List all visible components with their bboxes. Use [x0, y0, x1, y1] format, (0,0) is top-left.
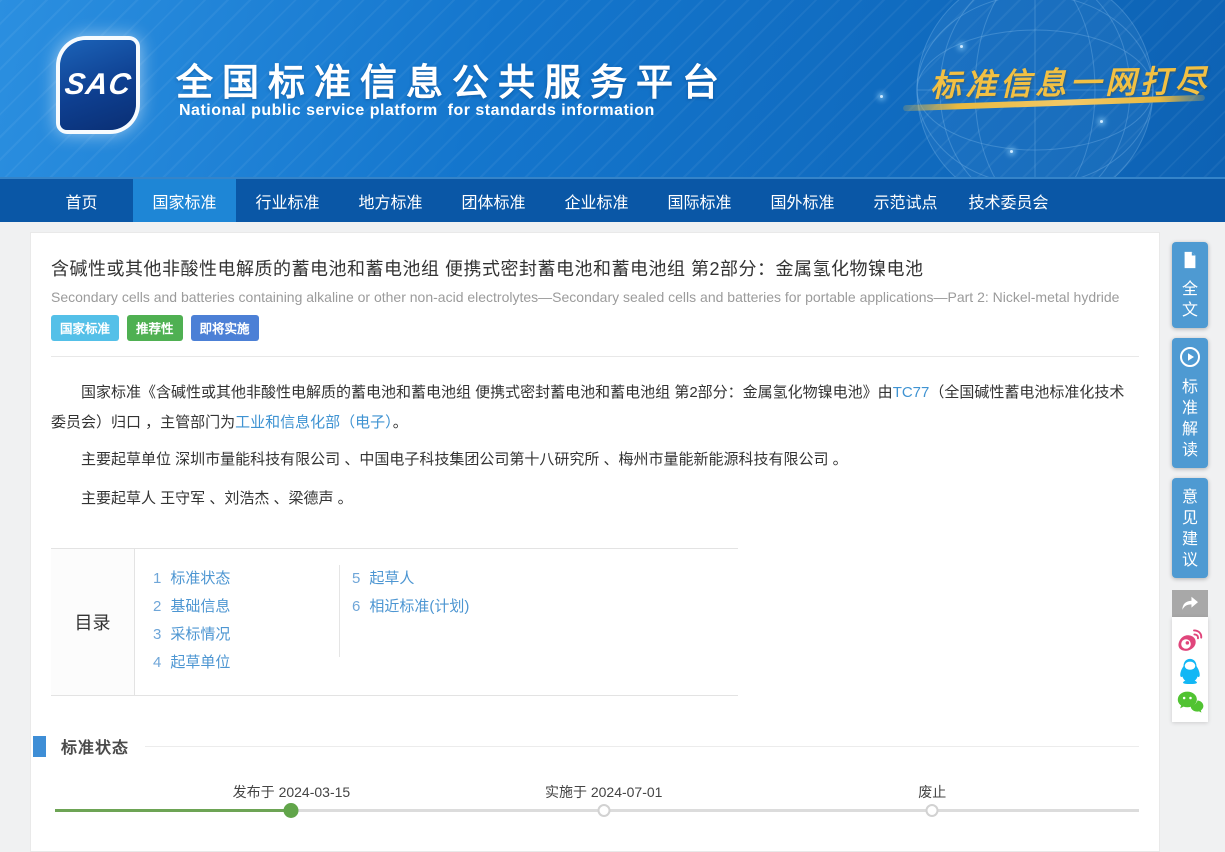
sidebar-button-interpretation[interactable]: 标准解读 [1172, 338, 1208, 468]
site-subtitle-en: National public service platform for sta… [179, 102, 655, 120]
nav-item-企业标准[interactable]: 企业标准 [545, 179, 648, 222]
status-tag: 国家标准 [51, 315, 119, 341]
paragraph-text: 主要起草单位 深圳市量能科技有限公司 、中国电子科技集团公司第十八研究所 、梅州… [81, 451, 848, 468]
main-nav: 首页国家标准行业标准地方标准团体标准企业标准国际标准国外标准示范试点技术委员会 [0, 177, 1225, 222]
inline-link[interactable]: 工业和信息化部（电子） [235, 414, 393, 431]
section-rule [145, 746, 1139, 747]
toc-column-1: 1 标准状态 2 基础信息 3 采标情况 4 起草单位 [153, 565, 339, 679]
sac-logo[interactable]: SAC [60, 40, 136, 130]
nav-item-地方标准[interactable]: 地方标准 [339, 179, 442, 222]
drafters-paragraph: 主要起草人 王守军 、刘浩杰 、梁德声 。 [51, 484, 1139, 514]
standard-title-en: Secondary cells and batteries containing… [51, 289, 1139, 305]
toc-item-number: 5 [352, 570, 360, 587]
sidebar-button-label: 标 [1182, 377, 1198, 398]
toc-item[interactable]: 6 相近标准(计划) [352, 593, 469, 621]
share-icon [1181, 596, 1199, 612]
nav-item-行业标准[interactable]: 行业标准 [236, 179, 339, 222]
toc-item-number: 2 [153, 598, 161, 615]
sidebar-button-fulltext[interactable]: 全文 [1172, 242, 1208, 328]
toc-item-number: 4 [153, 654, 161, 671]
authority-paragraph: 国家标准《含碱性或其他非酸性电解质的蓄电池和蓄电池组 便携式密封蓄电池和蓄电池组… [51, 378, 1139, 438]
site-header: SAC 全国标准信息公共服务平台 National public service… [0, 0, 1225, 177]
toc-item[interactable]: 5 起草人 [352, 565, 469, 593]
toc-item[interactable]: 1 标准状态 [153, 565, 339, 593]
sidebar-button-label: 建 [1182, 529, 1198, 550]
nav-item-团体标准[interactable]: 团体标准 [442, 179, 545, 222]
nav-item-国外标准[interactable]: 国外标准 [751, 179, 854, 222]
sidebar-button-feedback[interactable]: 意见建议 [1172, 478, 1208, 578]
toc-item-label: 采标情况 [170, 626, 230, 643]
sidebar-button-label: 见 [1182, 508, 1198, 529]
sparkle-dot [880, 95, 883, 98]
standard-title-zh: 含碱性或其他非酸性电解质的蓄电池和蓄电池组 便携式密封蓄电池和蓄电池组 第2部分… [51, 255, 1139, 281]
wechat-icon[interactable] [1177, 690, 1204, 714]
nav-item-国家标准[interactable]: 国家标准 [133, 179, 236, 222]
qq-icon[interactable] [1178, 658, 1202, 684]
paragraph-text: 。 [393, 414, 408, 431]
toc-item-label: 标准状态 [170, 570, 230, 587]
toc-label: 目录 [51, 549, 135, 695]
sidebar-button-label: 意 [1182, 487, 1198, 508]
play-circle-icon [1180, 347, 1200, 372]
toc-item[interactable]: 2 基础信息 [153, 593, 339, 621]
paragraph-text: 主要起草人 王守军 、刘浩杰 、梁德声 。 [81, 490, 353, 507]
toc-item[interactable]: 3 采标情况 [153, 621, 339, 649]
nav-item-示范试点[interactable]: 示范试点 [854, 179, 957, 222]
timeline-event-label: 废止 [918, 782, 946, 802]
timeline-track-done [55, 809, 292, 812]
status-section-title: 标准状态 [61, 734, 129, 758]
toc: 目录 1 标准状态 2 基础信息 3 采标情况 4 起草单位 5 起草人 6 相近标准(计划) [51, 548, 738, 696]
sidebar-button-label: 读 [1182, 440, 1198, 461]
drafting-units-paragraph: 主要起草单位 深圳市量能科技有限公司 、中国电子科技集团公司第十八研究所 、梅州… [51, 445, 1139, 475]
toc-item-label: 起草单位 [170, 654, 230, 671]
title-divider [51, 356, 1139, 357]
sidebar-button-label: 全 [1182, 279, 1198, 300]
floating-sidebar: 全文标准解读意见建议 [1172, 242, 1208, 722]
sidebar-button-label: 解 [1182, 419, 1198, 440]
nav-item-国际标准[interactable]: 国际标准 [648, 179, 751, 222]
social-share-list [1172, 617, 1208, 722]
toc-columns: 1 标准状态 2 基础信息 3 采标情况 4 起草单位 5 起草人 6 相近标准(计划) [135, 549, 469, 695]
sparkle-dot [1010, 150, 1013, 153]
section-marker [33, 736, 46, 757]
nav-item-首页[interactable]: 首页 [30, 179, 133, 222]
status-timeline: 发布于 2024-03-15 实施于 2024-07-01 废止 [51, 782, 1139, 852]
document-icon [1181, 251, 1199, 274]
toc-item-number: 6 [352, 598, 360, 615]
timeline-event-label: 实施于 2024-07-01 [545, 782, 663, 802]
status-section-header: 标准状态 [51, 734, 1139, 758]
toc-item-label: 基础信息 [170, 598, 230, 615]
sac-logo-text: SAC [62, 68, 133, 102]
timeline-dot [284, 803, 299, 818]
toc-item-label: 起草人 [369, 570, 414, 587]
nav-item-技术委员会[interactable]: 技术委员会 [957, 179, 1060, 222]
nav-list: 首页国家标准行业标准地方标准团体标准企业标准国际标准国外标准示范试点技术委员会 [0, 179, 1225, 222]
sidebar-button-label: 准 [1182, 398, 1198, 419]
toc-column-2: 5 起草人 6 相近标准(计划) [340, 565, 469, 679]
timeline-dot [597, 804, 610, 817]
share-button[interactable] [1172, 590, 1208, 617]
inline-link[interactable]: TC77 [893, 384, 930, 401]
content-panel: 含碱性或其他非酸性电解质的蓄电池和蓄电池组 便携式密封蓄电池和蓄电池组 第2部分… [30, 232, 1160, 852]
timeline-dot [926, 804, 939, 817]
sidebar-button-label: 议 [1182, 550, 1198, 571]
status-tag: 即将实施 [191, 315, 259, 341]
paragraph-text: 国家标准《含碱性或其他非酸性电解质的蓄电池和蓄电池组 便携式密封蓄电池和蓄电池组… [81, 384, 893, 401]
toc-item[interactable]: 4 起草单位 [153, 649, 339, 677]
toc-item-label: 相近标准(计划) [369, 598, 469, 615]
sidebar-button-label: 文 [1182, 300, 1198, 321]
site-title: 全国标准信息公共服务平台 [176, 52, 728, 106]
status-tag: 推荐性 [127, 315, 183, 341]
standard-tags: 国家标准推荐性即将实施 [51, 315, 1139, 341]
toc-item-number: 1 [153, 570, 161, 587]
sparkle-dot [1100, 120, 1103, 123]
weibo-icon[interactable] [1177, 628, 1203, 652]
toc-item-number: 3 [153, 626, 161, 643]
sparkle-dot [960, 45, 963, 48]
timeline-event-label: 发布于 2024-03-15 [233, 782, 351, 802]
